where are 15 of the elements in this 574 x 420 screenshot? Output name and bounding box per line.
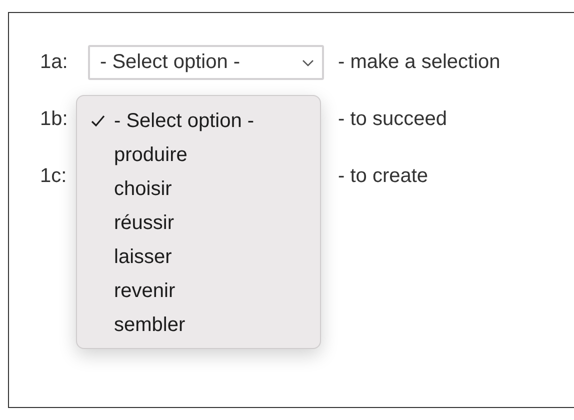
menu-option[interactable]: sembler <box>77 308 320 342</box>
row-label: 1a: <box>40 51 69 74</box>
row-description: - to create <box>338 165 428 188</box>
menu-option[interactable]: revenir <box>77 274 320 308</box>
menu-option[interactable]: choisir <box>77 172 320 206</box>
chevron-down-icon <box>302 58 314 66</box>
row-description: - make a selection <box>338 51 500 74</box>
menu-option[interactable]: - Select option - <box>77 104 320 138</box>
menu-option[interactable]: réussir <box>77 206 320 240</box>
row-label: 1b: <box>40 108 69 131</box>
row-description: - to succeed <box>338 108 447 131</box>
row-label: 1c: <box>40 165 68 188</box>
menu-option[interactable]: laisser <box>77 240 320 274</box>
menu-option[interactable]: produire <box>77 138 320 172</box>
select-dropdown[interactable]: - Select option - <box>88 45 324 80</box>
